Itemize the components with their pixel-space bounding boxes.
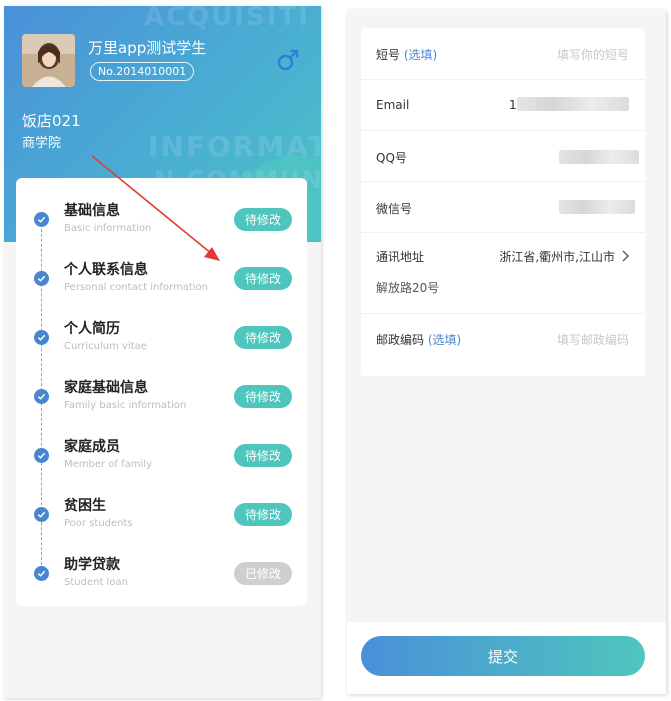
male-icon xyxy=(277,49,299,71)
redacted-qq xyxy=(559,150,639,164)
check-icon xyxy=(34,507,49,522)
college-name: 商学院 xyxy=(22,136,62,151)
optional-tag: (选填) xyxy=(403,48,438,62)
section-title: 个人简历 xyxy=(64,321,120,337)
student-name: 万里app测试学生 xyxy=(88,39,207,57)
qq-row[interactable]: QQ号 xyxy=(361,131,645,182)
student-number-badge: No.2014010001 xyxy=(90,62,195,81)
check-icon xyxy=(34,389,49,404)
short-number-row[interactable]: 短号 (选填) 填写你的短号 xyxy=(361,28,645,80)
section-subtitle: Student loan xyxy=(64,577,128,588)
address-label: 通讯地址 xyxy=(376,250,425,264)
check-icon xyxy=(34,330,49,345)
postcode-row[interactable]: 邮政编码 (选填) 填写邮政编码 xyxy=(361,314,645,364)
header-watermark: INFORMAT xyxy=(148,130,321,163)
section-contact-info[interactable]: 个人联系信息 Personal contact information 待修改 xyxy=(16,243,307,302)
chevron-right-icon[interactable] xyxy=(621,250,629,262)
optional-tag: (选填) xyxy=(427,333,462,347)
contact-form-screen: 短号 (选填) 填写你的短号 Email 1 QQ号 微信号 通讯地址 浙江省,… xyxy=(347,10,666,694)
email-row[interactable]: Email 1 xyxy=(361,80,645,131)
avatar[interactable] xyxy=(22,34,75,87)
section-subtitle: Personal contact information xyxy=(64,282,209,293)
status-badge[interactable]: 待修改 xyxy=(234,503,292,526)
status-badge[interactable]: 待修改 xyxy=(234,208,292,231)
address-detail[interactable]: 解放路20号 xyxy=(376,279,439,296)
section-subtitle: Family basic information xyxy=(64,400,187,411)
section-title: 基础信息 xyxy=(64,203,120,219)
info-sections-card: 基础信息 Basic information 待修改 个人联系信息 Person… xyxy=(16,178,307,606)
postcode-input[interactable]: 填写邮政编码 xyxy=(557,331,629,348)
section-resume[interactable]: 个人简历 Curriculum vitae 待修改 xyxy=(16,302,307,361)
section-subtitle: Poor students xyxy=(64,518,133,529)
redacted-email xyxy=(517,97,629,111)
submit-button[interactable]: 提交 xyxy=(361,636,645,676)
section-family-basic[interactable]: 家庭基础信息 Family basic information 待修改 xyxy=(16,361,307,420)
address-row[interactable]: 通讯地址 浙江省,衢州市,江山市 解放路20号 xyxy=(361,233,645,314)
status-badge[interactable]: 待修改 xyxy=(234,385,292,408)
section-basic-info[interactable]: 基础信息 Basic information 待修改 xyxy=(16,184,307,243)
profile-screen: ACQUISITI INFORMAT N COMMUNIC 万里app测试学生 … xyxy=(4,6,321,698)
contact-form: 短号 (选填) 填写你的短号 Email 1 QQ号 微信号 通讯地址 浙江省,… xyxy=(361,28,645,376)
wechat-row[interactable]: 微信号 xyxy=(361,182,645,233)
section-title: 家庭成员 xyxy=(64,439,120,455)
bottom-bar: 提交 xyxy=(347,622,666,694)
section-title: 个人联系信息 xyxy=(64,262,148,278)
redacted-wechat xyxy=(559,200,635,214)
check-icon xyxy=(34,271,49,286)
status-badge[interactable]: 待修改 xyxy=(234,444,292,467)
section-subtitle: Curriculum vitae xyxy=(64,341,147,352)
postcode-label: 邮政编码 (选填) xyxy=(376,333,462,347)
check-icon xyxy=(34,212,49,227)
status-badge[interactable]: 待修改 xyxy=(234,267,292,290)
status-badge[interactable]: 待修改 xyxy=(234,326,292,349)
check-icon xyxy=(34,448,49,463)
short-number-label: 短号 (选填) xyxy=(376,48,438,62)
section-title: 家庭基础信息 xyxy=(64,380,148,396)
section-title: 助学贷款 xyxy=(64,557,120,573)
address-region[interactable]: 浙江省,衢州市,江山市 xyxy=(499,248,615,265)
email-label: Email xyxy=(376,98,410,112)
section-subtitle: Member of family xyxy=(64,459,152,470)
email-value[interactable]: 1 xyxy=(509,98,517,112)
short-number-input[interactable]: 填写你的短号 xyxy=(557,46,629,63)
qq-label: QQ号 xyxy=(376,151,407,165)
section-subtitle: Basic information xyxy=(64,223,152,234)
check-icon xyxy=(34,566,49,581)
section-student-loan[interactable]: 助学贷款 Student loan 已修改 xyxy=(16,538,307,597)
wechat-label: 微信号 xyxy=(376,202,413,216)
status-badge[interactable]: 已修改 xyxy=(234,562,292,585)
section-family-members[interactable]: 家庭成员 Member of family 待修改 xyxy=(16,420,307,479)
shop-name: 饭店021 xyxy=(22,112,81,130)
section-title: 贫困生 xyxy=(64,498,106,514)
header-watermark: ACQUISITI xyxy=(144,6,310,32)
section-poor-students[interactable]: 贫困生 Poor students 待修改 xyxy=(16,479,307,538)
